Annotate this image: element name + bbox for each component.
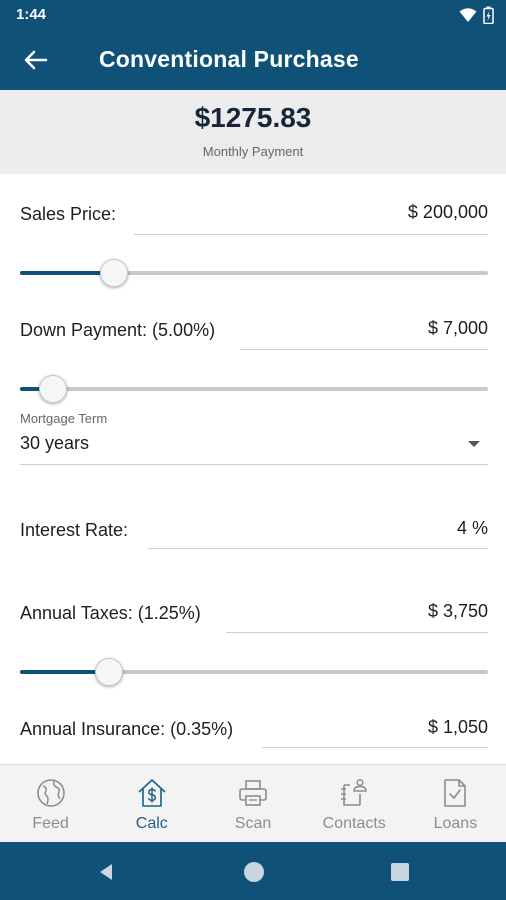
sales-price-underline: [134, 234, 488, 235]
mortgage-term-select[interactable]: 30 years: [20, 433, 89, 454]
system-back-button[interactable]: [94, 860, 118, 884]
annual-insurance-input[interactable]: $ 1,050: [428, 717, 488, 738]
dropdown-arrow-icon[interactable]: [467, 438, 481, 450]
nav-item-feed[interactable]: Feed: [0, 765, 101, 842]
down-payment-underline: [240, 349, 488, 350]
annual-insurance-label: Annual Insurance: (0.35%): [20, 719, 234, 739]
status-icons: [459, 6, 494, 24]
printer-icon: [239, 780, 267, 806]
interest-rate-input[interactable]: 4 %: [457, 518, 488, 539]
down-payment-slider[interactable]: [20, 374, 488, 404]
square-recents-icon: [391, 863, 409, 881]
globe-icon: [36, 779, 65, 807]
sales-price-slider[interactable]: [20, 258, 488, 288]
nav-item-contacts[interactable]: Contacts: [304, 765, 405, 842]
system-nav-bar: [0, 842, 506, 900]
status-time: 1:44: [16, 6, 47, 23]
triangle-back-icon: [100, 864, 112, 880]
contacts-icon: [341, 778, 367, 806]
payment-summary: $1275.83 Monthly Payment: [0, 90, 506, 174]
interest-rate-label: Interest Rate:: [20, 520, 129, 540]
interest-rate-underline: [148, 548, 488, 549]
circle-home-icon: [244, 862, 264, 882]
annual-taxes-underline: [226, 632, 488, 633]
nav-label: Contacts: [322, 815, 386, 832]
mortgage-term-underline: [20, 464, 488, 465]
annual-taxes-label: Annual Taxes: (1.25%): [20, 603, 201, 623]
slider-track: [20, 387, 488, 391]
nav-label: Scan: [234, 815, 272, 832]
nav-label: Feed: [32, 815, 69, 832]
arrow-left-icon: [24, 50, 48, 70]
sales-price-input[interactable]: $ 200,000: [408, 202, 488, 223]
app-bar: Conventional Purchase: [0, 30, 506, 90]
slider-thumb[interactable]: [38, 375, 67, 403]
wifi-icon: [459, 8, 477, 22]
mortgage-term-caption: Mortgage Term: [20, 411, 108, 426]
nav-item-scan[interactable]: Scan: [202, 765, 303, 842]
nav-label: Calc: [135, 815, 168, 832]
monthly-payment-label: Monthly Payment: [202, 144, 304, 159]
annual-taxes-input[interactable]: $ 3,750: [428, 601, 488, 622]
back-button[interactable]: [18, 44, 52, 76]
system-recents-button[interactable]: [388, 860, 412, 884]
down-payment-input[interactable]: $ 7,000: [428, 318, 488, 339]
bottom-nav: Feed Calc Scan Contacts Loans: [0, 764, 506, 842]
slider-thumb[interactable]: [94, 658, 123, 686]
status-bar: 1:44: [0, 0, 506, 30]
battery-icon: [483, 6, 494, 24]
system-home-button[interactable]: [242, 860, 266, 884]
document-check-icon: [444, 779, 467, 807]
down-payment-label: Down Payment: (5.00%): [20, 320, 216, 340]
sales-price-label: Sales Price:: [20, 204, 117, 224]
nav-item-calc[interactable]: Calc: [101, 765, 202, 842]
page-title: Conventional Purchase: [99, 46, 359, 72]
annual-taxes-slider[interactable]: [20, 657, 488, 687]
house-dollar-icon: [138, 779, 166, 807]
annual-insurance-underline: [262, 747, 488, 748]
nav-item-loans[interactable]: Loans: [405, 765, 506, 842]
slider-thumb[interactable]: [99, 259, 128, 287]
monthly-payment-amount: $1275.83: [194, 102, 312, 133]
nav-label: Loans: [433, 815, 478, 832]
